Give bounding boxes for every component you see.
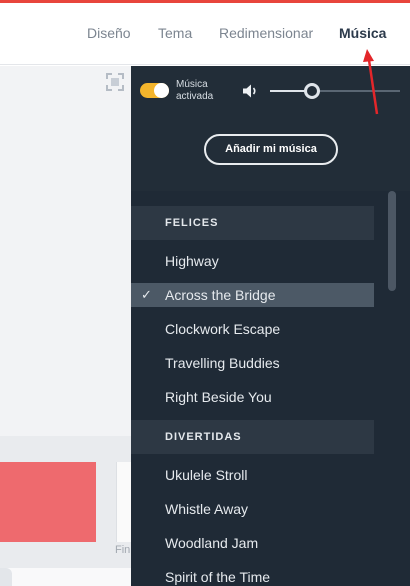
track-list: FELICES Highway ✓ Across the Bridge Cloc… [131,191,410,586]
slide-thumbnail-white[interactable] [116,462,131,542]
tab-musica[interactable]: Música [339,25,386,41]
section-header-felices: FELICES [131,206,374,240]
track-item-selected[interactable]: ✓ Across the Bridge [131,283,374,307]
track-item[interactable]: Whistle Away [131,497,374,521]
track-item[interactable]: Ukulele Stroll [131,463,374,487]
music-toggle[interactable] [140,83,169,98]
tab-redimensionar[interactable]: Redimensionar [219,25,313,41]
track-item[interactable]: Spirit of the Time [131,565,374,586]
add-my-music-button[interactable]: Añadir mi música [204,134,338,165]
music-toggle-label: Música activada [176,79,214,102]
music-controls: Música activada Añadir mi música [131,66,410,191]
thumbnail-caption: Fin [115,544,131,556]
track-item[interactable]: Woodland Jam [131,531,374,555]
tab-diseno[interactable]: Diseño [87,25,131,41]
top-navigation: Diseño Tema Redimensionar Música [0,3,410,65]
bottom-slide-edge [0,568,12,586]
track-list-scrollbar[interactable] [388,191,396,291]
speaker-icon[interactable] [241,82,259,100]
track-item[interactable]: Right Beside You [131,385,374,409]
volume-handle[interactable] [303,83,320,99]
section-header-divertidas: DIVERTIDAS [131,420,374,454]
volume-slider[interactable] [270,83,400,99]
checkmark-icon: ✓ [141,287,152,302]
music-panel: Música activada Añadir mi música FELICES… [131,66,410,586]
expand-icon[interactable] [106,73,124,91]
toggle-knob [154,83,169,98]
track-label: Across the Bridge [165,287,276,303]
track-item[interactable]: Clockwork Escape [131,317,374,341]
track-item[interactable]: Travelling Buddies [131,351,374,375]
track-item[interactable]: Highway [131,249,374,273]
tab-tema[interactable]: Tema [158,25,192,41]
bottom-slide-thumbnail[interactable] [0,568,131,586]
slide-thumbnail-red[interactable] [0,462,96,542]
